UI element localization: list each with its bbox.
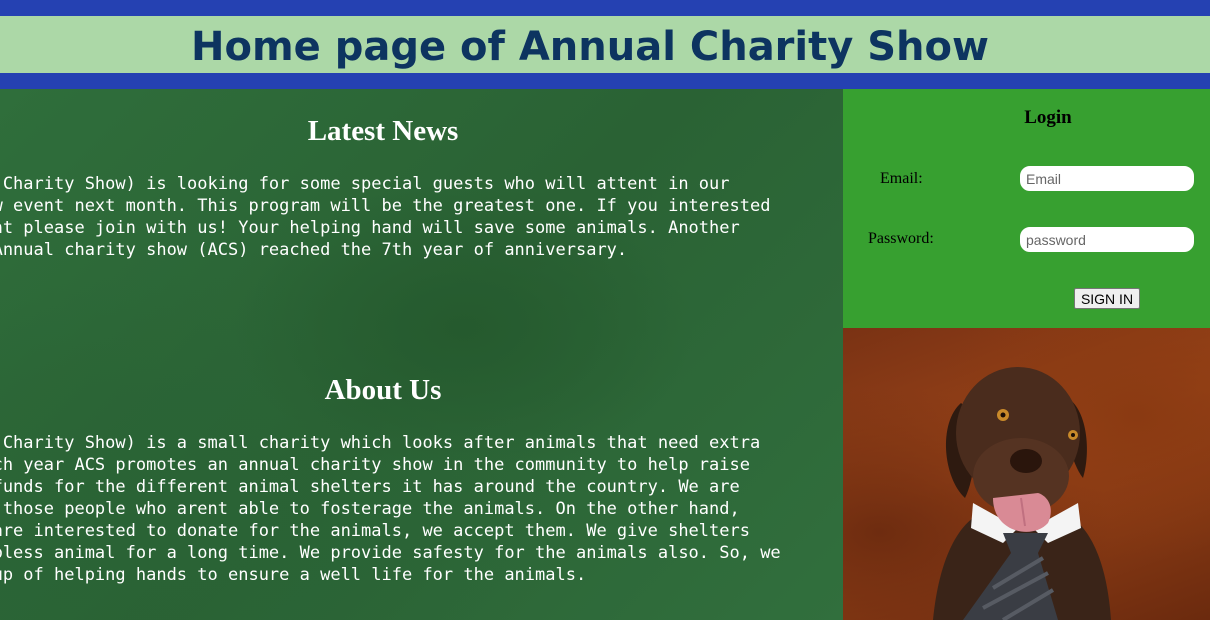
about-line: people who are interested to donate for …: [0, 521, 750, 541]
email-field[interactable]: [1020, 166, 1194, 191]
email-label: Email:: [880, 170, 923, 187]
about-us-heading: About Us: [324, 374, 442, 406]
about-line: for the helpless animal for a long time.…: [0, 543, 781, 563]
about-line: looking for those people who arent able …: [0, 499, 740, 519]
news-line: news that, Annual charity show (ACS) rea…: [0, 240, 628, 260]
login-panel: Login Email: Password: SIGN IN: [843, 89, 1210, 328]
about-line: additional funds for the different anima…: [0, 477, 740, 497]
about-line: ACS (Annual Charity Show) is a small cha…: [0, 433, 761, 453]
password-field[interactable]: [1020, 227, 1194, 252]
about-line: support. Each year ACS promotes an annua…: [0, 455, 750, 475]
news-line: charity show event next month. This prog…: [0, 196, 771, 216]
news-line: in this event please join with us! Your …: [0, 218, 740, 238]
about-line: are the group of helping hands to ensure…: [0, 565, 587, 585]
sign-in-button[interactable]: SIGN IN: [1074, 288, 1140, 309]
dog-illustration: [933, 367, 1111, 620]
about-us-text: ACS (Annual Charity Show) is a small cha…: [0, 432, 823, 586]
password-label: Password:: [868, 230, 934, 247]
main-content: Latest News ACS (Annual Charity Show) is…: [0, 89, 843, 620]
dog-photo: [843, 328, 1210, 620]
page-title: Home page of Annual Charity Show: [191, 24, 989, 70]
latest-news-heading: Latest News: [307, 115, 459, 147]
header-top-bar: [0, 0, 1210, 16]
header-bottom-bar: [0, 73, 1210, 89]
login-title: Login: [1024, 107, 1072, 128]
news-line: ACS (Annual Charity Show) is looking for…: [0, 174, 730, 194]
latest-news-text: ACS (Annual Charity Show) is looking for…: [0, 173, 823, 261]
